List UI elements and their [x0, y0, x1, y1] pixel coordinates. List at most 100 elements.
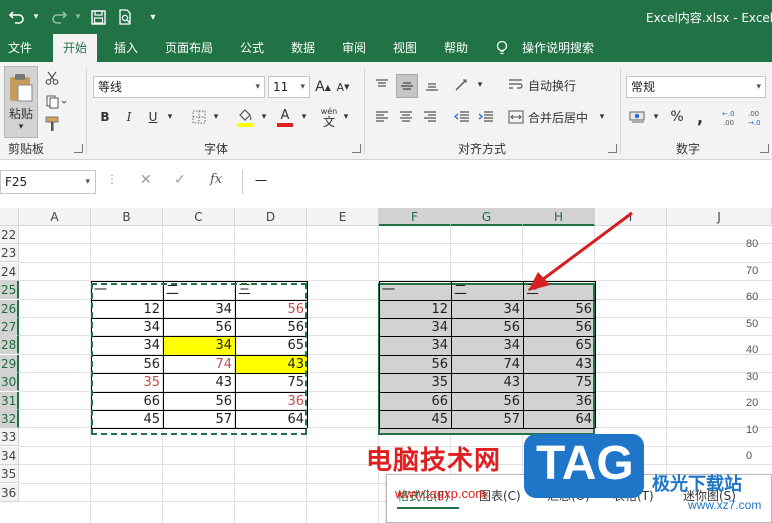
cut-icon[interactable]	[42, 68, 62, 88]
comma-style-button[interactable]: ,	[692, 106, 708, 128]
row-header[interactable]: 26	[0, 299, 19, 318]
alignment-launcher-icon[interactable]	[608, 144, 617, 153]
row-header[interactable]: 32	[0, 410, 19, 428]
print-preview-icon[interactable]	[115, 6, 135, 28]
wrap-text-button[interactable]: 自动换行	[528, 74, 576, 96]
merge-center-icon[interactable]	[506, 106, 526, 128]
cancel-icon[interactable]: ✕	[140, 172, 152, 188]
column-header[interactable]: B	[91, 208, 163, 226]
align-middle-icon[interactable]	[396, 74, 418, 98]
merge-dropdown-icon[interactable]: ▾	[596, 106, 608, 128]
clipboard-launcher-icon[interactable]	[74, 144, 83, 153]
row-header[interactable]: 25	[0, 281, 19, 300]
undo-icon[interactable]	[6, 6, 28, 28]
enter-icon[interactable]: ✓	[174, 172, 186, 188]
align-top-icon[interactable]	[372, 74, 392, 96]
tab-data[interactable]: 数据	[291, 34, 315, 62]
merge-center-button[interactable]: 合并后居中	[528, 106, 588, 128]
table-cell[interactable]: 43	[523, 356, 595, 374]
table-cell[interactable]: 74	[451, 356, 523, 374]
select-all-corner[interactable]	[0, 208, 19, 226]
fill-color-button[interactable]	[234, 106, 256, 130]
font-launcher-icon[interactable]	[352, 144, 361, 153]
orientation-dropdown-icon[interactable]: ▾	[474, 74, 486, 96]
borders-icon[interactable]	[190, 106, 208, 128]
fill-color-dropdown-icon[interactable]: ▾	[258, 106, 270, 128]
grow-font-button[interactable]: A ▲	[314, 76, 332, 98]
row-header[interactable]: 31	[0, 391, 19, 410]
decrease-decimal-icon[interactable]: .00 →.0	[746, 106, 768, 130]
column-header[interactable]: A	[19, 208, 91, 226]
tab-insert[interactable]: 插入	[114, 34, 138, 62]
format-painter-icon[interactable]	[42, 114, 62, 134]
table-cell[interactable]: 64	[523, 411, 595, 429]
font-name-combo[interactable]: 等线 ▾	[93, 76, 265, 98]
table-cell[interactable]: 一	[379, 282, 451, 300]
paste-button[interactable]: 粘贴 ▾	[4, 66, 38, 138]
table-cell[interactable]: 56	[451, 393, 523, 411]
customize-qat-icon[interactable]: ▾	[146, 6, 160, 28]
table-cell[interactable]: 56	[523, 301, 595, 319]
undo-dropdown-icon[interactable]: ▾	[30, 6, 42, 28]
column-header[interactable]: C	[163, 208, 235, 226]
table-cell[interactable]: 34	[451, 337, 523, 355]
row-header[interactable]: 29	[0, 354, 19, 373]
table-cell[interactable]: 34	[379, 319, 451, 337]
borders-dropdown-icon[interactable]: ▾	[210, 106, 222, 128]
column-header[interactable]: D	[235, 208, 307, 226]
table-cell[interactable]: 45	[379, 411, 451, 429]
tab-view[interactable]: 视图	[393, 34, 417, 62]
phonetic-guide-button[interactable]: wén 文	[318, 104, 340, 130]
row-header[interactable]: 22	[0, 226, 19, 244]
table-cell[interactable]: 43	[451, 374, 523, 392]
table-cell[interactable]: 57	[451, 411, 523, 429]
table-cell[interactable]: 56	[451, 319, 523, 337]
increase-decimal-icon[interactable]: ←.0.00	[720, 106, 742, 130]
copy-icon[interactable]	[42, 92, 72, 112]
row-header[interactable]: 28	[0, 336, 19, 355]
align-left-icon[interactable]	[372, 106, 392, 128]
redo-icon[interactable]	[48, 6, 70, 28]
decrease-indent-icon[interactable]	[452, 106, 472, 128]
tab-page-layout[interactable]: 页面布局	[165, 34, 213, 62]
font-color-button[interactable]: A	[274, 106, 296, 130]
row-header[interactable]: 33	[0, 428, 19, 447]
align-bottom-icon[interactable]	[422, 74, 442, 96]
row-header[interactable]: 36	[0, 483, 19, 502]
italic-button[interactable]: I	[120, 106, 138, 128]
tab-home[interactable]: 开始	[53, 34, 98, 62]
column-header[interactable]: G	[451, 208, 523, 226]
column-header[interactable]: E	[307, 208, 379, 226]
align-right-icon[interactable]	[420, 106, 440, 128]
underline-dropdown-icon[interactable]: ▾	[164, 106, 176, 128]
table-cell[interactable]: 75	[523, 374, 595, 392]
worksheet-grid[interactable]: ABCDEFGHIJ 22 23 24 25 26 27 28 29 30 31 32 33 34 35 3…	[0, 208, 772, 523]
shrink-font-button[interactable]: A ▼	[334, 76, 352, 98]
row-header[interactable]: 24	[0, 262, 19, 281]
table-cell[interactable]: 34	[451, 301, 523, 319]
insert-function-button[interactable]: fx	[210, 172, 222, 187]
formula-input[interactable]: 一	[242, 170, 772, 194]
number-launcher-icon[interactable]	[760, 144, 769, 153]
bold-button[interactable]: B	[96, 106, 114, 128]
redo-dropdown-icon[interactable]: ▾	[72, 6, 84, 28]
underline-button[interactable]: U	[144, 106, 162, 128]
font-size-combo[interactable]: 11 ▾	[268, 76, 310, 98]
tell-me-search[interactable]: 操作说明搜索	[522, 34, 594, 62]
tab-help[interactable]: 帮助	[444, 34, 468, 62]
accounting-dropdown-icon[interactable]: ▾	[650, 106, 662, 128]
name-box[interactable]: F25 ▾	[0, 170, 96, 194]
row-header[interactable]: 23	[0, 244, 19, 263]
align-center-icon[interactable]	[396, 106, 416, 128]
number-format-combo[interactable]: 常规 ▾	[626, 76, 766, 98]
wrap-text-icon[interactable]	[506, 74, 526, 96]
row-header[interactable]: 30	[0, 373, 19, 392]
percent-style-button[interactable]: %	[668, 106, 686, 128]
table-cell[interactable]: 34	[379, 337, 451, 355]
table-cell[interactable]: 56	[379, 356, 451, 374]
row-header[interactable]: 34	[0, 446, 19, 465]
table-cell[interactable]: 56	[523, 319, 595, 337]
table-cell[interactable]: 66	[379, 393, 451, 411]
table-cell[interactable]: 二	[451, 282, 523, 300]
phonetic-dropdown-icon[interactable]: ▾	[340, 106, 352, 128]
